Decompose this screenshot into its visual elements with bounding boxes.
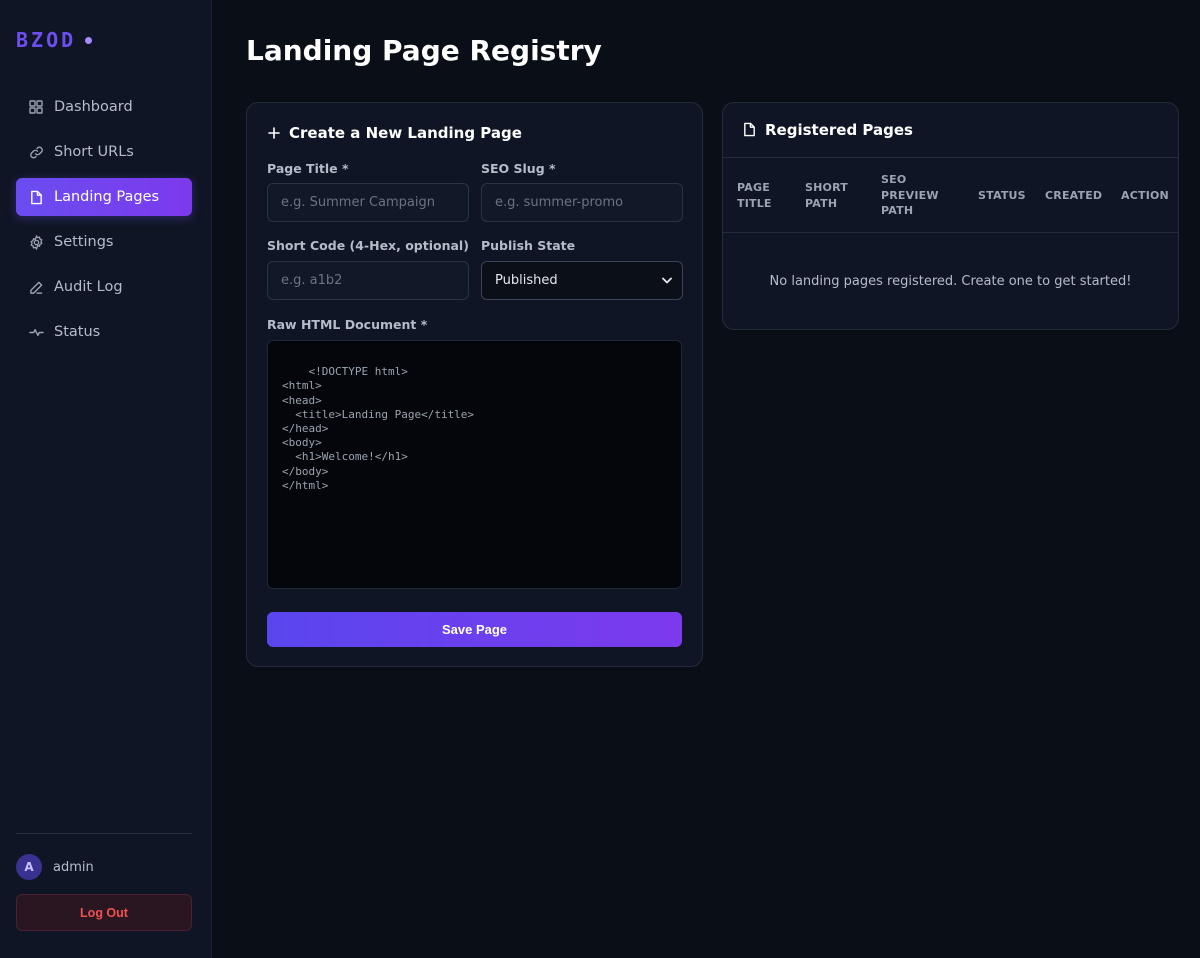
seo-slug-label: SEO Slug * — [481, 161, 556, 176]
sidebar-item-dashboard[interactable]: Dashboard — [16, 88, 192, 126]
gear-icon — [28, 234, 44, 250]
sidebar: BZOD Dashboard Short URLs Landing Pages … — [0, 0, 212, 958]
sidebar-item-audit-log[interactable]: Audit Log — [16, 268, 192, 306]
sidebar-item-landing-pages[interactable]: Landing Pages — [16, 178, 192, 216]
sidebar-item-short-urls[interactable]: Short URLs — [16, 133, 192, 171]
short-code-input[interactable]: e.g. a1b2 — [267, 261, 469, 300]
publish-state-label: Publish State — [481, 238, 576, 253]
brand-dot-icon — [85, 37, 92, 44]
column-header-seo-preview-path: SEO PREVIEW PATH — [881, 173, 939, 217]
save-page-button[interactable]: Save Page — [267, 612, 682, 647]
plus-icon — [267, 126, 281, 140]
registered-pages-card: Registered Pages PAGE TITLE SHORT PATH S… — [722, 102, 1179, 330]
column-header-short-path: SHORT PATH — [805, 181, 848, 210]
registered-card-header: Registered Pages — [743, 121, 913, 139]
create-card-title: Create a New Landing Page — [289, 124, 522, 142]
avatar: A — [16, 854, 42, 880]
raw-html-textarea[interactable]: <!DOCTYPE html> <html> <head> <title>Lan… — [267, 340, 682, 589]
sidebar-item-label: Landing Pages — [54, 189, 160, 205]
column-header-action: ACTION — [1121, 189, 1169, 202]
chevron-down-icon — [662, 273, 672, 288]
brand-logo[interactable]: BZOD — [16, 28, 76, 52]
table-header-divider-bottom — [723, 232, 1178, 233]
username: admin — [53, 859, 94, 875]
sidebar-item-settings[interactable]: Settings — [16, 223, 192, 261]
link-icon — [28, 144, 44, 160]
page-title-input[interactable]: e.g. Summer Campaign — [267, 183, 469, 222]
sidebar-item-status[interactable]: Status — [16, 313, 192, 351]
sidebar-item-label: Status — [54, 324, 101, 340]
resize-handle-icon[interactable] — [671, 578, 679, 586]
raw-html-content: <!DOCTYPE html> <html> <head> <title>Lan… — [282, 365, 475, 492]
short-code-label: Short Code (4-Hex, optional) — [267, 238, 469, 253]
column-header-created: CREATED — [1045, 189, 1103, 202]
user-profile: A admin — [16, 854, 94, 880]
table-header-divider-top — [723, 157, 1178, 158]
column-header-status: STATUS — [978, 189, 1026, 202]
raw-html-label: Raw HTML Document * — [267, 317, 428, 332]
registered-card-title: Registered Pages — [765, 121, 913, 139]
page-title: Landing Page Registry — [246, 34, 602, 67]
pulse-icon — [28, 324, 44, 340]
sidebar-item-label: Dashboard — [54, 99, 133, 115]
sidebar-divider — [16, 833, 192, 834]
grid-icon — [28, 99, 44, 115]
sidebar-item-label: Settings — [54, 234, 114, 250]
logout-button[interactable]: Log Out — [16, 894, 192, 931]
sidebar-item-label: Audit Log — [54, 279, 123, 295]
sidebar-nav: Dashboard Short URLs Landing Pages Setti… — [16, 88, 192, 358]
publish-state-value: Published — [495, 273, 558, 288]
empty-state-message: No landing pages registered. Create one … — [769, 274, 1132, 289]
page-title-label: Page Title * — [267, 161, 349, 176]
file-icon — [28, 189, 44, 205]
create-card-header: Create a New Landing Page — [267, 124, 522, 142]
seo-slug-input[interactable]: e.g. summer-promo — [481, 183, 683, 222]
create-landing-page-card: Create a New Landing Page Page Title * e… — [246, 102, 703, 667]
file-icon — [743, 122, 757, 138]
publish-state-select[interactable]: Published — [481, 261, 683, 300]
pencil-icon — [28, 279, 44, 295]
sidebar-item-label: Short URLs — [54, 144, 134, 160]
column-header-page-title: PAGE TITLE — [737, 181, 772, 210]
